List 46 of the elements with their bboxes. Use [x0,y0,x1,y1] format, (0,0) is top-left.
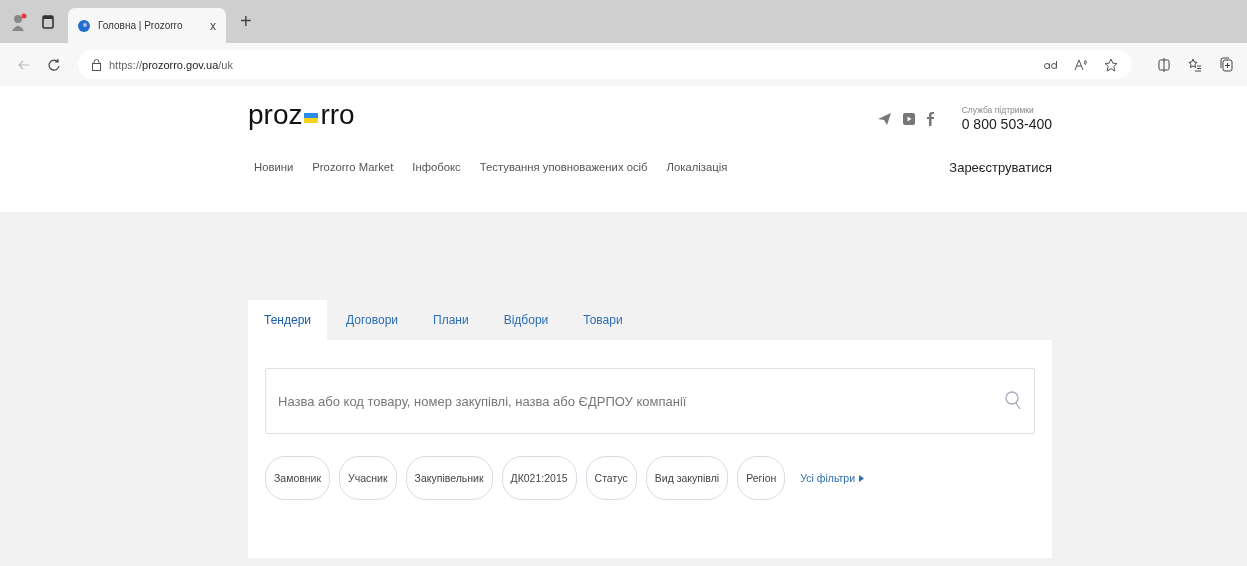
refresh-icon[interactable] [48,57,60,72]
logo-text: proz [248,99,303,131]
translate-icon[interactable] [1044,59,1058,70]
support-phone[interactable]: 0 800 503-400 [961,115,1052,133]
filter-chip[interactable]: Вид закупівлі [645,456,729,500]
nav-link[interactable]: Prozorro Market [312,161,394,173]
tab[interactable]: Плани [417,300,485,340]
address-field[interactable]: https://prozorro.gov.ua/uk [78,50,1132,79]
caret-icon [859,474,865,482]
filter-chip[interactable]: Учасник [339,456,397,500]
paper-plane-icon[interactable] [877,113,891,125]
star-icon[interactable] [1104,57,1118,72]
tab-actions-icon[interactable] [42,14,54,29]
nav-link[interactable]: Новини [254,161,294,173]
play-button-icon[interactable] [902,113,915,125]
tab-title: Головна | Prozorro [98,20,184,31]
lock-icon [92,58,101,71]
split-screen-icon[interactable] [1158,57,1170,72]
all-filters-link[interactable]: Усі фільтри [800,472,865,484]
tab[interactable]: Відбори [487,300,565,340]
favorites-icon[interactable] [1188,57,1202,72]
nav-link[interactable]: Інфобокс [412,161,461,173]
nav-link[interactable]: Тестування уповноважених осіб [479,161,648,173]
profile-icon[interactable] [12,12,28,31]
filter-chip[interactable]: Замовник [265,456,331,500]
filter-chip[interactable]: ДК021:2015 [501,456,577,500]
browser-tab[interactable]: Головна | Prozorro x [68,8,226,43]
tab[interactable]: Товари [567,300,639,340]
register-link[interactable]: Зареєструватися [949,159,1052,175]
tab[interactable]: Тендери [248,300,327,340]
tab[interactable]: Договори [330,300,415,340]
facebook-icon[interactable] [926,112,934,126]
close-tab-button[interactable]: x [210,18,216,33]
filter-chip[interactable]: Регіон [737,456,786,500]
logo[interactable]: proz rro [248,99,355,139]
read-aloud-icon[interactable] [1074,58,1088,71]
logo-text: rro [320,99,355,131]
collections-icon[interactable] [1220,57,1233,72]
filter-chip[interactable]: Статус [585,456,637,500]
flag-icon [304,113,319,123]
filter-chip[interactable]: Закупівельник [405,456,493,500]
support-label: Служба підтримки [961,105,1034,115]
globe-icon [78,19,90,32]
new-tab-button[interactable]: + [240,10,252,33]
nav-link[interactable]: Локалізація [666,161,728,173]
search-field[interactable]: Назва або код товару, номер закупівлі, назва або ЄДРПОУ компанії [265,368,1035,434]
